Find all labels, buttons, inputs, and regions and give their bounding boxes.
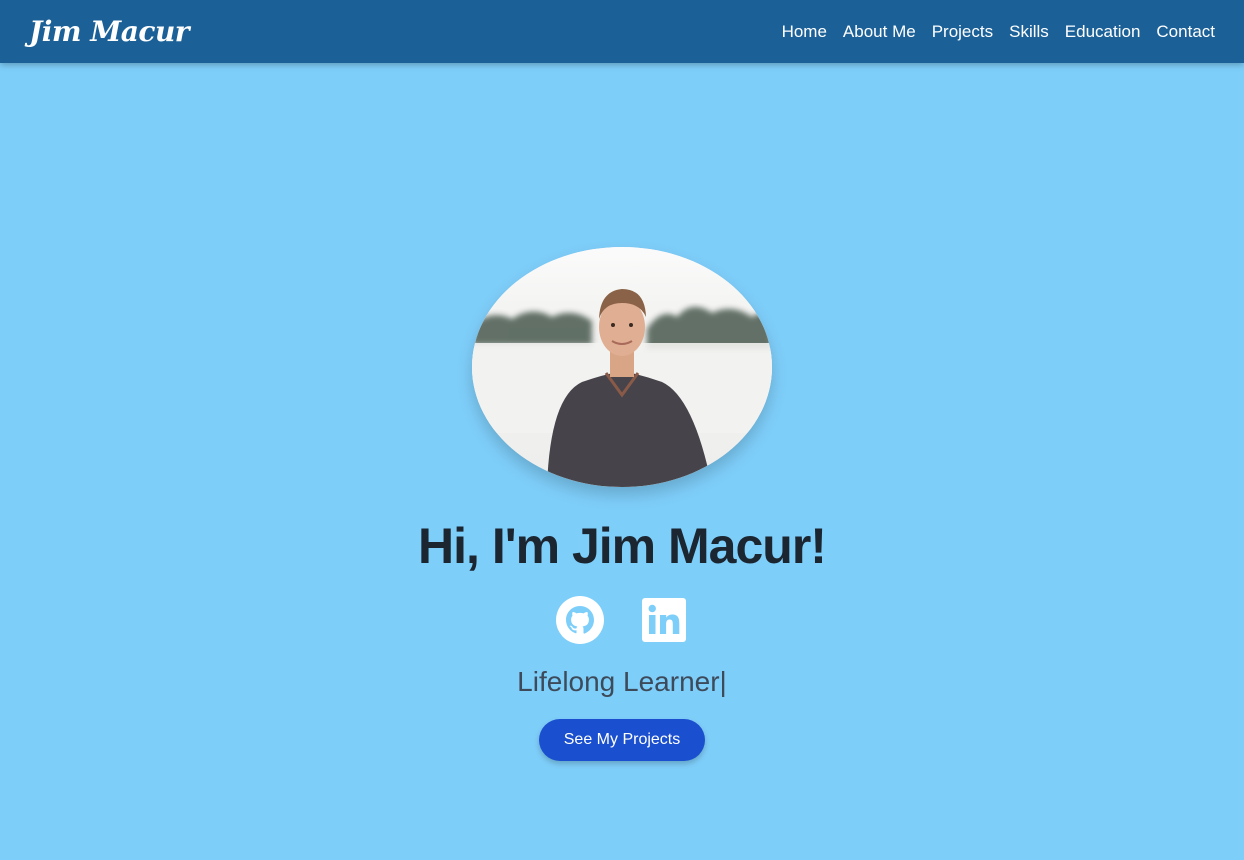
nav-link-home[interactable]: Home — [782, 22, 827, 42]
nav-link-contact[interactable]: Contact — [1156, 22, 1215, 42]
nav-link-education[interactable]: Education — [1065, 22, 1141, 42]
hero-section: Hi, I'm Jim Macur! Lifelong Learner| See… — [0, 63, 1244, 860]
brand-logo[interactable]: Jim Macur — [29, 15, 190, 48]
see-projects-button[interactable]: See My Projects — [539, 719, 705, 761]
navbar: Jim Macur Home About Me Projects Skills … — [0, 0, 1244, 63]
linkedin-icon — [642, 598, 686, 642]
hero-tagline: Lifelong Learner| — [517, 666, 727, 697]
profile-photo — [472, 247, 772, 487]
github-icon — [556, 596, 604, 644]
nav-link-about[interactable]: About Me — [843, 22, 916, 42]
linkedin-link[interactable] — [639, 595, 689, 645]
nav-link-projects[interactable]: Projects — [932, 22, 993, 42]
profile-photo-illustration — [472, 247, 772, 487]
nav-link-skills[interactable]: Skills — [1009, 22, 1049, 42]
nav-links: Home About Me Projects Skills Education … — [782, 22, 1215, 42]
github-link[interactable] — [555, 595, 605, 645]
hero-greeting: Hi, I'm Jim Macur! — [418, 518, 827, 574]
social-links — [555, 595, 689, 645]
